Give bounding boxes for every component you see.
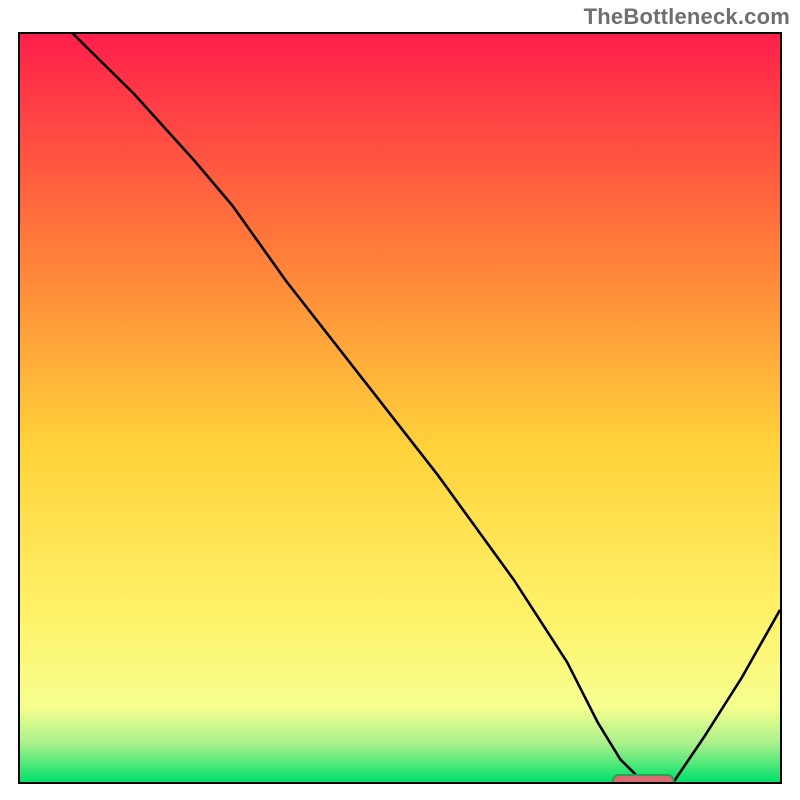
plot-area [18, 32, 782, 784]
chart-container: TheBottleneck.com [0, 0, 800, 800]
gradient-background [20, 34, 780, 782]
minimum-marker [613, 775, 674, 782]
plot-svg [20, 34, 780, 782]
watermark-text: TheBottleneck.com [584, 4, 790, 30]
